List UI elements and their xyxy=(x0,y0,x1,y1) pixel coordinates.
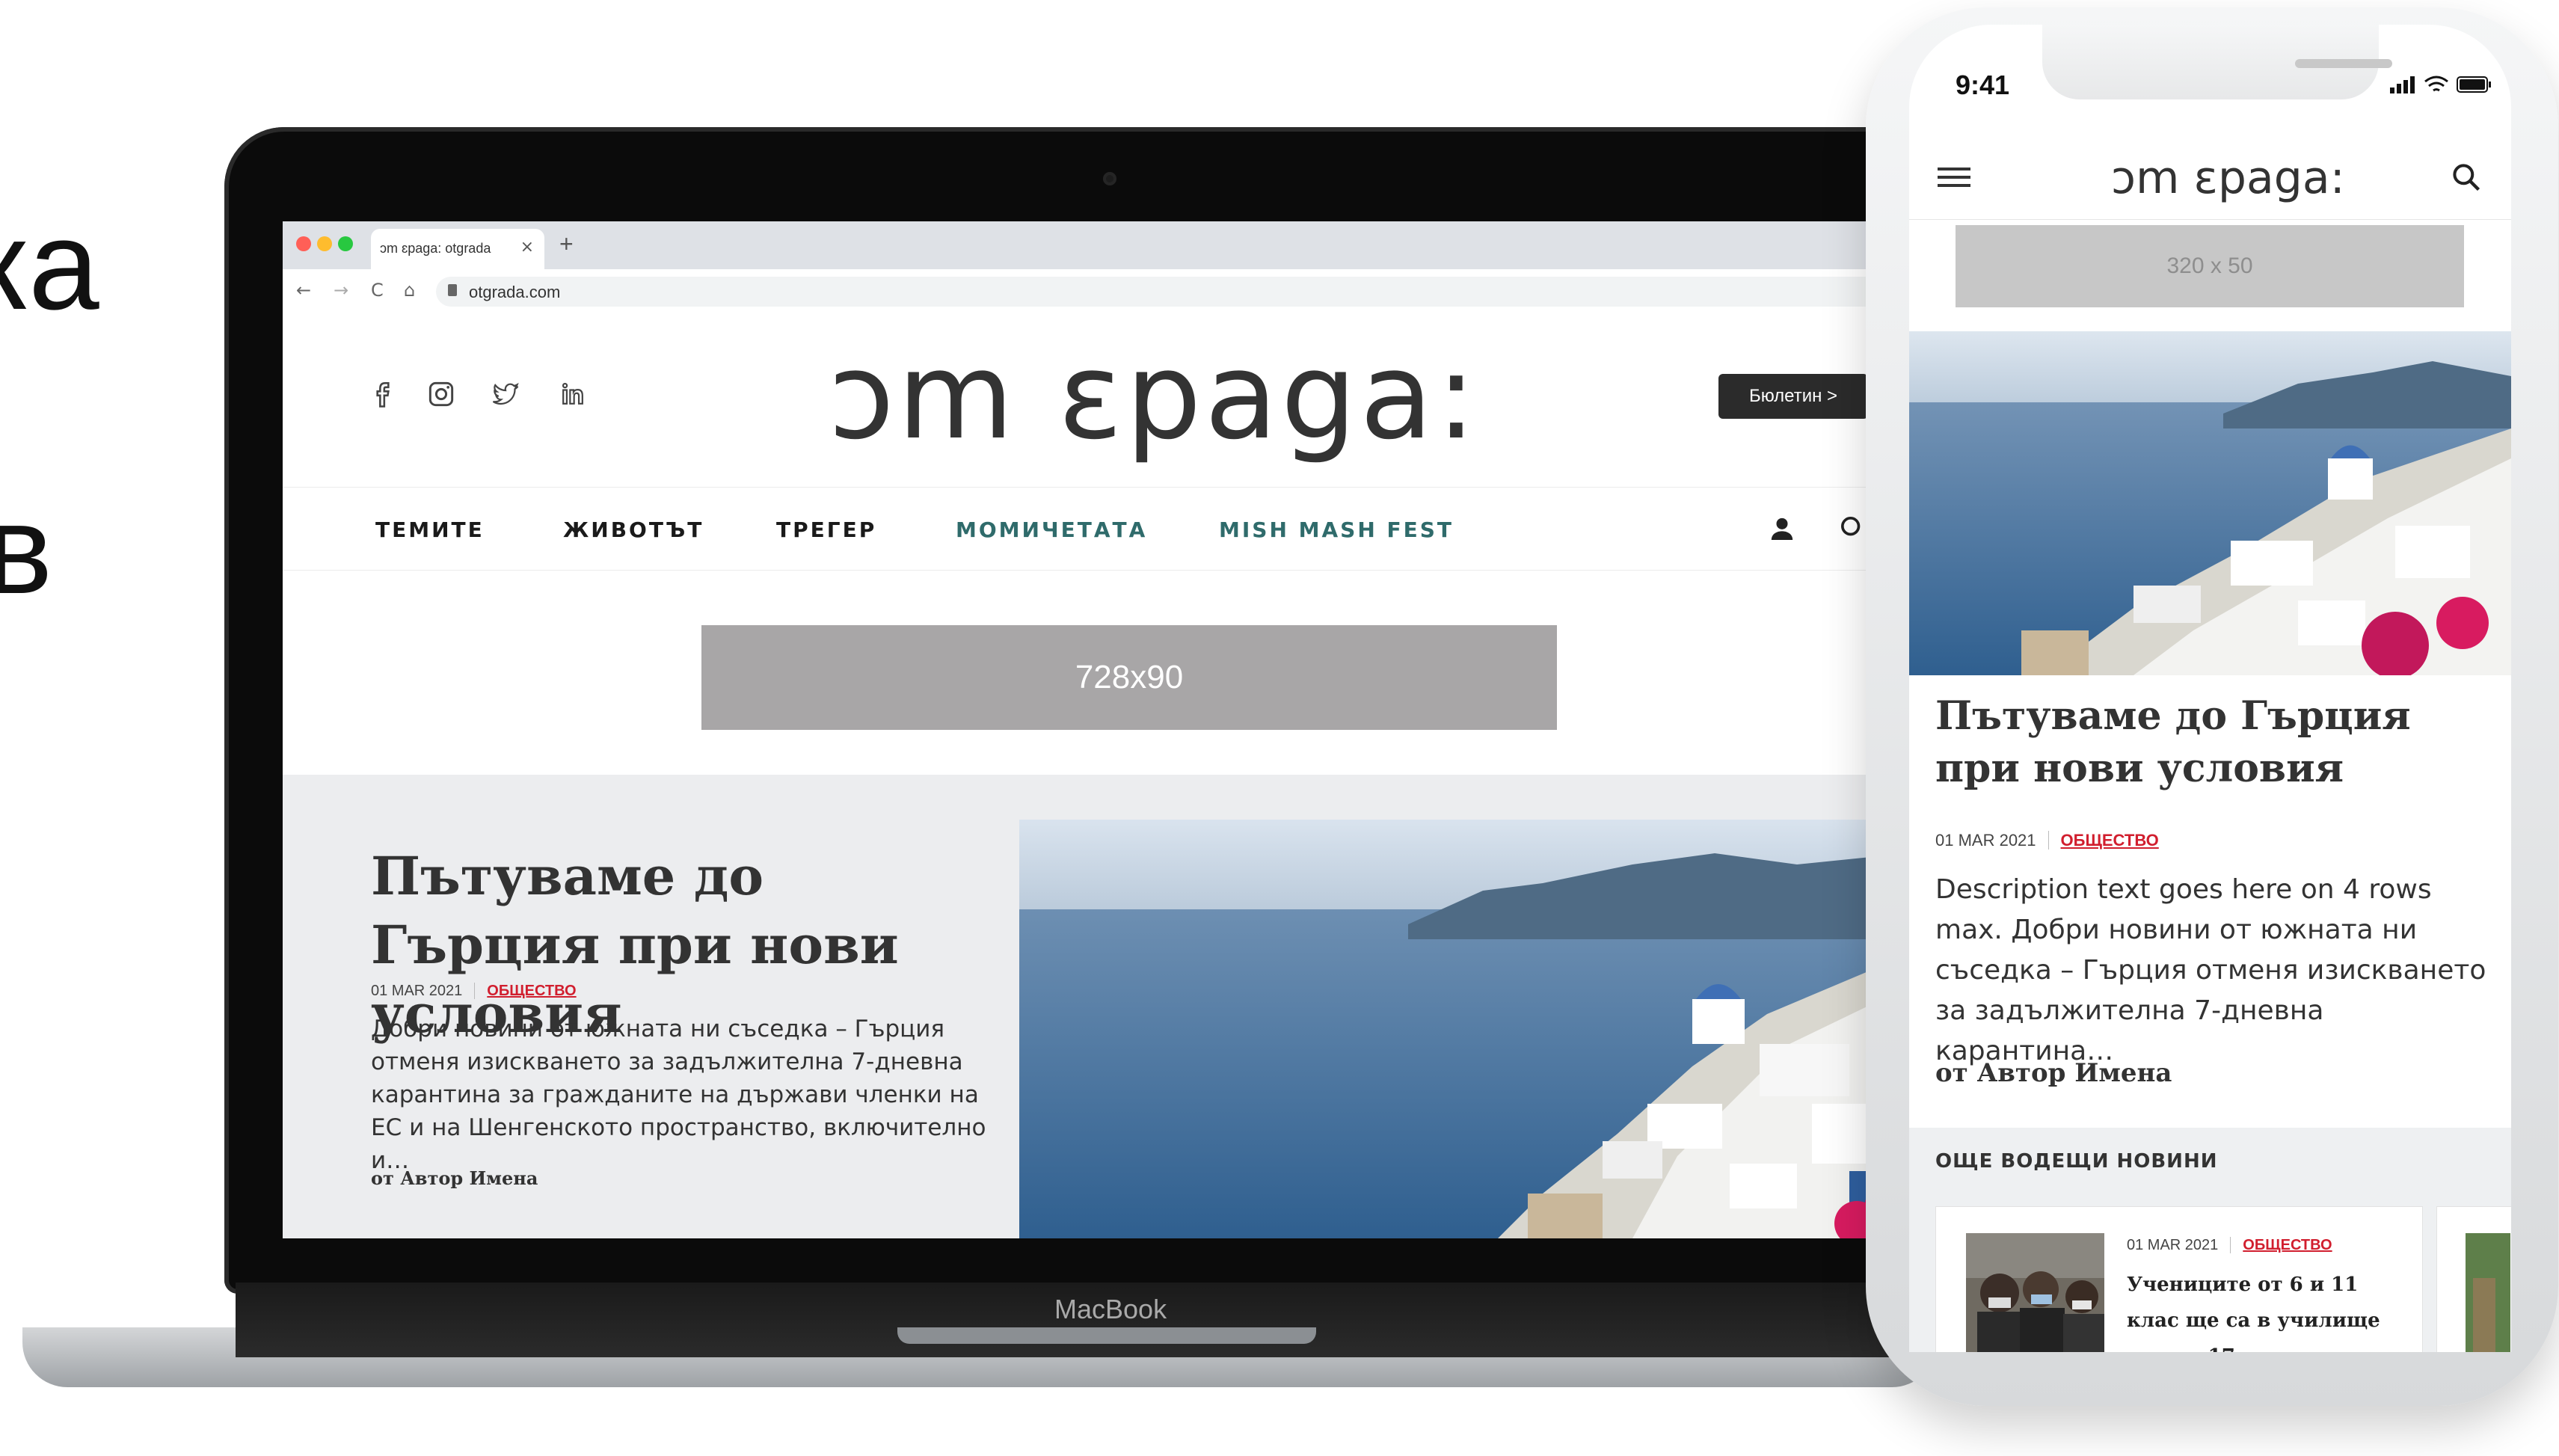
hero-category-link[interactable]: ОБЩЕСТВО xyxy=(474,983,577,999)
nav-item-temite[interactable]: ТЕМИТЕ xyxy=(375,517,485,542)
news-card-category-link[interactable]: ОБЩЕСТВО xyxy=(2230,1237,2332,1253)
phone-hero-meta: 01 MAR 2021 ОБЩЕСТВО xyxy=(1935,831,2159,850)
home-icon[interactable]: ⌂ xyxy=(404,280,415,301)
hero-author[interactable]: от Автор Имена xyxy=(371,1167,538,1189)
phone-hero-category-link[interactable]: ОБЩЕСТВО xyxy=(2047,831,2159,850)
wifi-icon xyxy=(2424,76,2448,92)
reload-icon[interactable]: C xyxy=(371,280,384,301)
browser-tab[interactable]: ɔm ɛpaga: otgrada × xyxy=(371,229,544,269)
new-tab-button[interactable]: + xyxy=(559,230,574,258)
close-window-dot[interactable] xyxy=(296,236,311,251)
laptop-screen: ɔm ɛpaga: otgrada × + ← → C ⌂ otgrada.co… xyxy=(283,221,1944,1238)
nav-item-zhivotat[interactable]: ЖИВОТЪТ xyxy=(563,517,704,542)
linkedin-icon[interactable] xyxy=(556,378,589,411)
hero-date: 01 MAR 2021 xyxy=(371,983,463,999)
more-news-title: ОЩЕ ВОДЕЩИ НОВИНИ xyxy=(1935,1150,2218,1173)
news-card-title[interactable]: Учениците от 6 и 11 клас ще са в училище… xyxy=(2127,1267,2411,1352)
search-icon[interactable] xyxy=(1838,514,1868,544)
news-card-date: 01 MAR 2021 xyxy=(2127,1237,2219,1253)
back-icon[interactable]: ← xyxy=(296,280,311,301)
phone-hero-image[interactable] xyxy=(1909,331,2511,675)
lock-icon xyxy=(448,284,457,296)
phone-header: ɔm ɛpaga: xyxy=(1909,122,2511,220)
nav-item-momichetata[interactable]: МОМИЧЕТАТА xyxy=(956,517,1147,542)
minimize-window-dot[interactable] xyxy=(317,236,332,251)
site-header: ɔm ɛpaga: Бюлетин > xyxy=(283,314,1944,486)
laptop-notch xyxy=(897,1327,1316,1344)
news-card-meta: 01 MAR 2021 ОБЩЕСТВО xyxy=(2127,1237,2332,1254)
status-time: 9:41 xyxy=(1956,70,2010,100)
menu-icon[interactable] xyxy=(1938,165,1970,190)
newsletter-button[interactable]: Бюлетин > xyxy=(1718,374,1868,419)
news-card[interactable]: 01 MAR 2021 ОБЩЕСТВО Учениците от 6 и 11 … xyxy=(1935,1206,2423,1352)
laptop-mockup: MacBook ɔm ɛpaga: otgrada × + ← → C ⌂ ot… xyxy=(22,127,1956,1387)
user-icon[interactable] xyxy=(1767,514,1797,544)
search-icon[interactable] xyxy=(2450,161,2483,194)
phone-site-logo[interactable]: ɔm ɛpaga: xyxy=(2111,152,2345,204)
news-card-image xyxy=(1966,1233,2104,1352)
news-card-partial[interactable] xyxy=(2436,1206,2511,1352)
maximize-window-dot[interactable] xyxy=(338,236,353,251)
browser-toolbar: ← → C ⌂ otgrada.com ☆ xyxy=(283,269,1944,315)
tab-close-icon[interactable]: × xyxy=(520,238,534,257)
instagram-icon[interactable] xyxy=(425,378,458,411)
phone-hero-description: Description text goes here on 4 rows max… xyxy=(1935,874,2486,1066)
phone-hero-title[interactable]: Пътуваме до Гърция при нови условия xyxy=(1935,690,2489,795)
hero-image[interactable] xyxy=(1019,820,1944,1238)
left-text-fragment-1: ка xyxy=(0,194,99,337)
hero-meta: 01 MAR 2021 ОБЩЕСТВО xyxy=(371,983,577,1000)
news-card-partial-image xyxy=(2466,1233,2510,1352)
forward-icon[interactable]: → xyxy=(334,280,348,301)
address-bar[interactable]: otgrada.com ☆ xyxy=(436,277,1939,307)
phone-hero-author[interactable]: от Автор Имена xyxy=(1935,1058,2172,1088)
main-navigation: ТЕМИТЕ ЖИВОТЪТ ТРЕГЕР МОМИЧЕТАТА MISH MA… xyxy=(283,487,1944,571)
phone-screen: 9:41 ɔm ɛpaga: 320 x 50 Пътуваме до Гърц… xyxy=(1909,25,2511,1352)
signal-icon xyxy=(2390,87,2394,93)
facebook-icon[interactable] xyxy=(366,378,399,411)
hero-description: Добри новини от южната ни съседка – Гърц… xyxy=(371,1016,986,1174)
brand-label: MacBook xyxy=(1054,1294,1167,1324)
browser-tab-bar: ɔm ɛpaga: otgrada × + xyxy=(283,221,1944,269)
camera xyxy=(1103,172,1116,185)
nav-item-mish-mash-fest[interactable]: MISH MASH FEST xyxy=(1219,517,1454,542)
url-text: otgrada.com xyxy=(469,283,561,301)
ad-banner-320x50[interactable]: 320 x 50 xyxy=(1956,225,2464,307)
ad-banner-728x90[interactable]: 728x90 xyxy=(701,625,1557,730)
phone-hero-date: 01 MAR 2021 xyxy=(1935,831,2036,850)
nav-item-treger[interactable]: ТРЕГЕР xyxy=(776,517,876,542)
site-logo[interactable]: ɔm ɛpaga: xyxy=(829,337,1479,456)
phone-notch xyxy=(2042,25,2392,99)
twitter-icon[interactable] xyxy=(489,378,522,411)
left-text-fragment-2: в xyxy=(0,479,53,621)
tab-title: ɔm ɛpaga: otgrada xyxy=(380,241,491,256)
status-icons xyxy=(2390,76,2491,93)
speaker xyxy=(2295,59,2392,68)
